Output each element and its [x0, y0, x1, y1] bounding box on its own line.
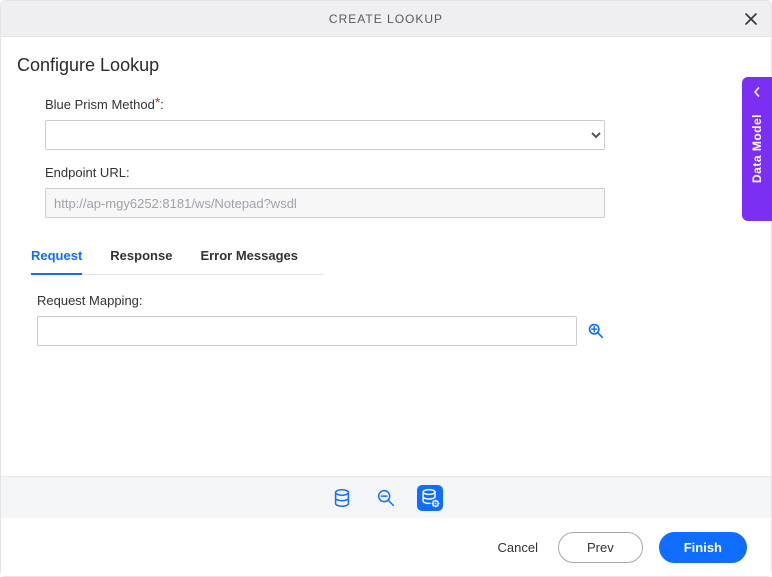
method-field: Blue Prism Method*: — [45, 94, 605, 150]
form-block: Blue Prism Method*: Endpoint URL: — [45, 94, 605, 218]
request-mapping-label: Request Mapping: — [37, 293, 605, 308]
step-configure-button[interactable] — [417, 485, 443, 511]
method-select[interactable] — [45, 120, 605, 150]
dialog-footer: Cancel Prev Finish — [1, 518, 771, 576]
data-model-side-tab[interactable]: Data Model — [742, 77, 772, 221]
request-mapping-input[interactable] — [37, 316, 577, 346]
endpoint-field: Endpoint URL: — [45, 164, 605, 218]
dialog-titlebar: CREATE LOOKUP — [1, 1, 771, 37]
search-minus-icon — [375, 487, 397, 509]
cancel-button[interactable]: Cancel — [494, 534, 542, 561]
dialog-title: CREATE LOOKUP — [329, 12, 443, 26]
chevron-left-icon — [752, 87, 762, 97]
tab-error-messages[interactable]: Error Messages — [200, 242, 298, 275]
prev-button[interactable]: Prev — [558, 532, 643, 563]
close-button[interactable] — [741, 9, 761, 29]
request-mapping-block: Request Mapping: — [37, 293, 605, 346]
tab-request[interactable]: Request — [31, 242, 82, 275]
database-icon — [331, 487, 353, 509]
steps-icon-strip — [1, 476, 771, 518]
database-gear-icon — [419, 487, 441, 509]
create-lookup-dialog: CREATE LOOKUP Configure Lookup Blue Pris… — [0, 0, 772, 577]
section-heading: Configure Lookup — [17, 55, 755, 76]
tab-response[interactable]: Response — [110, 242, 172, 275]
search-icon — [587, 322, 605, 340]
method-label-text: Blue Prism Method — [45, 97, 155, 112]
data-model-label: Data Model — [750, 114, 764, 183]
method-label: Blue Prism Method*: — [45, 94, 164, 112]
dialog-content: Configure Lookup Blue Prism Method*: End… — [1, 37, 771, 476]
endpoint-input — [45, 188, 605, 218]
endpoint-label: Endpoint URL: — [45, 165, 130, 180]
step-filter-button[interactable] — [373, 485, 399, 511]
method-label-colon: : — [160, 97, 164, 112]
finish-button[interactable]: Finish — [659, 532, 747, 563]
tabs-bar: Request Response Error Messages — [31, 242, 323, 275]
mapping-search-button[interactable] — [587, 322, 605, 340]
step-datasource-button[interactable] — [329, 485, 355, 511]
close-icon — [744, 12, 758, 26]
request-mapping-row — [37, 316, 605, 346]
